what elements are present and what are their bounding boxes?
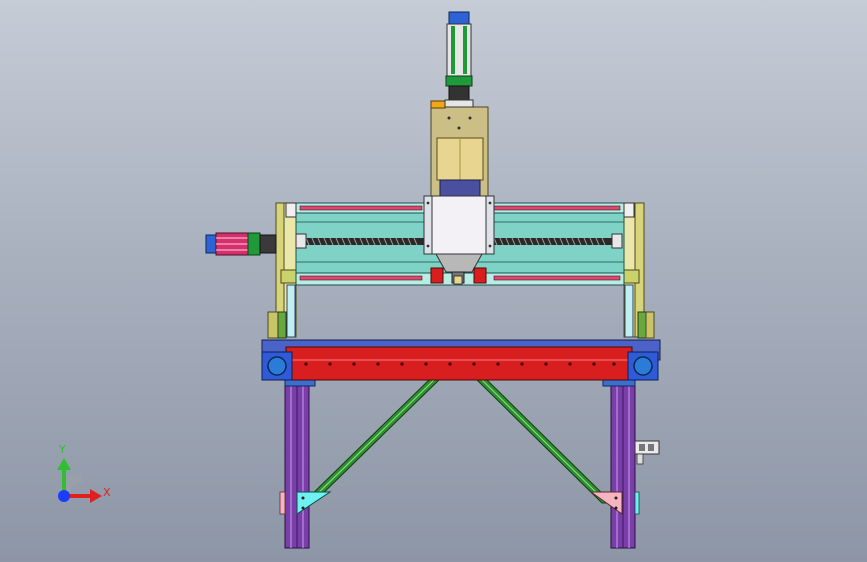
gussets bbox=[279, 491, 640, 515]
diagonal-braces bbox=[301, 378, 614, 504]
x-axis-label: X bbox=[103, 486, 111, 499]
cnc-gantry-model[interactable] bbox=[0, 0, 867, 562]
cad-viewport[interactable]: Y X bbox=[0, 0, 867, 562]
x-axis-arrowhead bbox=[90, 489, 102, 503]
side-bracket bbox=[634, 440, 660, 465]
legs bbox=[284, 377, 636, 549]
y-axis-arrowhead bbox=[57, 458, 71, 470]
spindle-motor-icon[interactable] bbox=[444, 11, 474, 108]
x-axis-motor-icon[interactable] bbox=[205, 232, 277, 256]
coordinate-triad bbox=[57, 458, 102, 503]
base-beam bbox=[261, 339, 661, 381]
y-axis-label: Y bbox=[59, 443, 66, 456]
z-axis-dot bbox=[58, 490, 70, 502]
